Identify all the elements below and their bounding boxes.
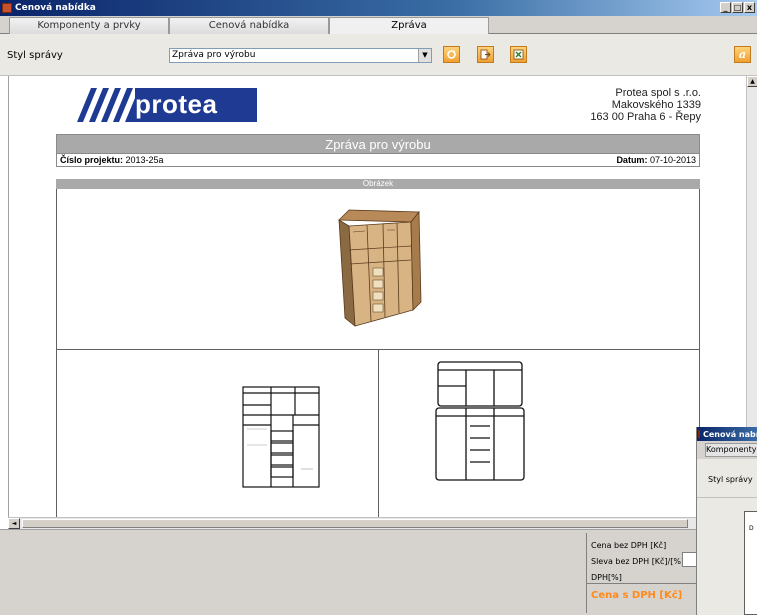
second-window-title: Cenová nabídka xyxy=(703,429,757,439)
tab-bar: Komponenty a prvky Cenová nabídka Zpráva xyxy=(0,16,757,34)
project-label: Číslo projektu: xyxy=(60,155,124,165)
image-divider-vertical xyxy=(378,349,379,517)
bottom-panel: Cena bez DPH [Kč] Sleva bez DPH [Kč]/[%]… xyxy=(0,529,757,615)
toolbar: Styl správy Zpráva pro výrobu ▼ a xyxy=(0,34,757,76)
company-street: Makovského 1339 xyxy=(611,99,701,111)
excel-icon xyxy=(513,49,524,60)
report-style-label: Styl správy xyxy=(7,50,63,61)
window-title: Cenová nabídka xyxy=(15,3,96,13)
report-viewport[interactable]: protea Protea spol s .r.o. Makovského 13… xyxy=(8,76,746,517)
app-icon xyxy=(2,3,12,13)
export-icon xyxy=(480,49,491,60)
company-name: Protea spol s .r.o. xyxy=(615,87,701,99)
logo-slashes-icon xyxy=(63,88,135,122)
minimize-button[interactable]: _ xyxy=(720,2,731,13)
logo-text: protea xyxy=(135,89,218,119)
excel-button[interactable] xyxy=(510,46,527,63)
wardrobe-plan-drawing xyxy=(435,361,525,481)
tab-report[interactable]: Zpráva xyxy=(329,17,489,34)
protea-logo: protea xyxy=(63,88,257,122)
report-date: Datum: 07-10-2013 xyxy=(616,154,696,166)
price-summary-panel: Cena bez DPH [Kč] Sleva bez DPH [Kč]/[%]… xyxy=(586,533,697,613)
horizontal-scrollbar[interactable]: ◄ xyxy=(8,517,746,529)
company-address: Protea spol s .r.o. Makovského 1339 163 … xyxy=(590,87,701,123)
refresh-button[interactable] xyxy=(443,46,460,63)
about-button[interactable]: a xyxy=(734,46,751,63)
report-title: Zpráva pro výrobu xyxy=(56,134,700,154)
second-window-style-label: Styl správy xyxy=(708,475,753,484)
about-icon: a xyxy=(738,48,747,61)
second-window[interactable]: Cenová nabídka Komponenty a prvky Styl s… xyxy=(696,427,757,615)
window-controls: _ □ x xyxy=(720,2,755,13)
price-with-vat-label: Cena s DPH [Kč] xyxy=(591,590,683,601)
second-window-cell: D xyxy=(749,525,754,532)
refresh-icon xyxy=(447,50,456,59)
date-value: 07-10-2013 xyxy=(649,155,696,165)
second-window-title-bar: Cenová nabídka xyxy=(697,427,757,441)
export-button[interactable] xyxy=(477,46,494,63)
price-no-vat-label: Cena bez DPH [Kč] xyxy=(591,541,667,550)
close-button[interactable]: x xyxy=(744,2,755,13)
discount-label: Sleva bez DPH [Kč]/[%] xyxy=(591,557,685,566)
report-style-value: Zpráva pro výrobu xyxy=(172,50,256,60)
wardrobe-3d-image xyxy=(338,209,422,327)
project-number: Číslo projektu: 2013-25a xyxy=(60,154,164,166)
project-value: 2013-25a xyxy=(125,155,164,165)
title-bar: Cenová nabídka _ □ x xyxy=(0,0,757,16)
tab-price-offer[interactable]: Cenová nabídka xyxy=(169,17,329,34)
company-city: 163 00 Praha 6 - Řepy xyxy=(590,111,701,123)
scroll-up-icon[interactable]: ▲ xyxy=(747,76,757,87)
report-meta-row: Číslo projektu: 2013-25a Datum: 07-10-20… xyxy=(56,154,700,167)
tab-components[interactable]: Komponenty a prvky xyxy=(9,17,169,34)
second-window-tab-components[interactable]: Komponenty a prvky xyxy=(705,443,757,457)
discount-input[interactable] xyxy=(682,552,697,567)
scroll-thumb[interactable] xyxy=(22,519,688,528)
second-window-divider xyxy=(697,497,757,498)
image-section-header: Obrázek xyxy=(56,179,700,189)
app-icon xyxy=(698,430,700,438)
scroll-left-icon[interactable]: ◄ xyxy=(8,518,20,529)
price-divider xyxy=(587,583,697,584)
vat-label: DPH[%] xyxy=(591,573,622,582)
wardrobe-front-drawing xyxy=(242,386,320,488)
maximize-button[interactable]: □ xyxy=(732,2,743,13)
report-style-select[interactable]: Zpráva pro výrobu ▼ xyxy=(169,48,432,63)
date-label: Datum: xyxy=(616,155,648,165)
chevron-down-icon[interactable]: ▼ xyxy=(418,49,431,62)
